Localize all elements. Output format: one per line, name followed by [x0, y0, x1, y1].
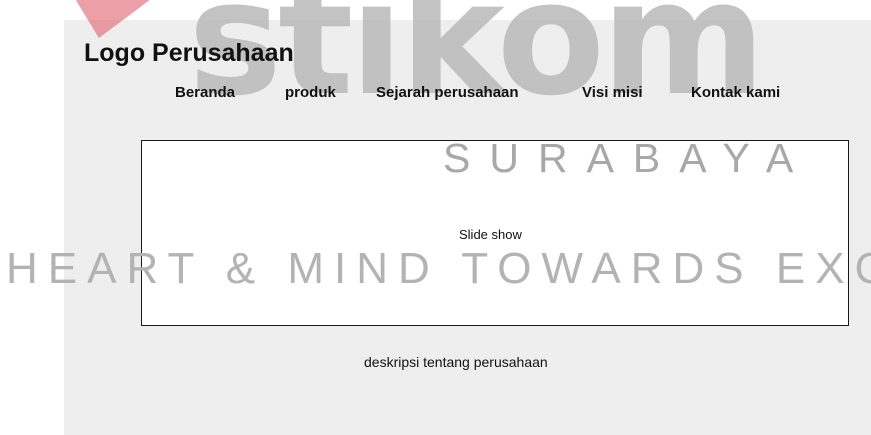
watermark-city-text: SURABAYA [443, 135, 813, 181]
company-logo-text: Logo Perusahaan [84, 39, 294, 67]
nav-item-produk[interactable]: produk [285, 85, 336, 100]
nav-item-kontak-kami[interactable]: Kontak kami [691, 85, 780, 100]
company-description: deskripsi tentang perusahaan [364, 354, 548, 370]
slideshow-label: Slide show [459, 227, 522, 242]
page-root: stikom Logo Perusahaan Beranda produk Se… [0, 0, 871, 435]
watermark-logo-shape [28, 0, 196, 38]
watermark-tagline-text: HEART & MIND TOWARDS EXCELLENCE [6, 244, 871, 293]
nav-item-visi-misi[interactable]: Visi misi [582, 85, 643, 100]
nav-item-sejarah-perusahaan[interactable]: Sejarah perusahaan [376, 85, 519, 100]
nav-item-beranda[interactable]: Beranda [175, 85, 235, 100]
